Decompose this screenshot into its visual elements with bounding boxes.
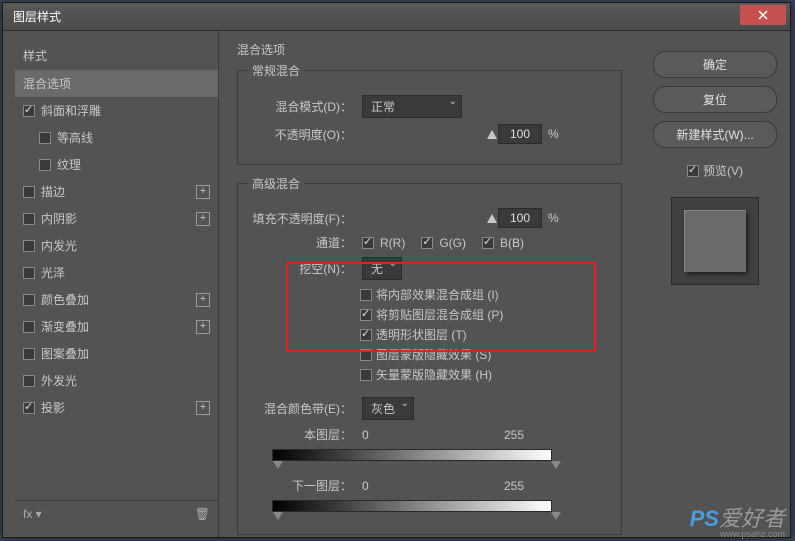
close-button[interactable] bbox=[740, 5, 786, 25]
sidebar-item-outer-glow[interactable]: 外发光 bbox=[15, 367, 218, 394]
fx-menu-icon[interactable]: fx ▾ bbox=[23, 507, 42, 521]
preview-label: 预览(V) bbox=[703, 162, 743, 179]
add-stroke-button[interactable]: + bbox=[196, 185, 210, 199]
channel-r-checkbox[interactable] bbox=[362, 237, 374, 249]
blend-if-label: 混合颜色带(E)： bbox=[252, 400, 352, 417]
add-inner-shadow-button[interactable]: + bbox=[196, 212, 210, 226]
bevel-checkbox[interactable] bbox=[23, 105, 35, 117]
new-style-button[interactable]: 新建样式(W)... bbox=[653, 121, 777, 148]
sidebar-item-pattern-overlay[interactable]: 图案叠加 bbox=[15, 340, 218, 367]
sidebar-header: 样式 bbox=[15, 41, 218, 70]
advanced-blend-group: 高级混合 填充不透明度(F)： 100 % 通道： R(R) G(G) B(B)… bbox=[237, 175, 622, 535]
sidebar-item-satin[interactable]: 光泽 bbox=[15, 259, 218, 286]
contour-checkbox[interactable] bbox=[39, 132, 51, 144]
cancel-button[interactable]: 复位 bbox=[653, 86, 777, 113]
dialog-content: 样式 混合选项 斜面和浮雕 等高线 纹理 描边 + bbox=[3, 31, 790, 537]
sidebar-footer: fx ▾ 🗑 bbox=[15, 500, 218, 527]
sidebar-item-gradient-overlay[interactable]: 渐变叠加 + bbox=[15, 313, 218, 340]
blend-clipped-checkbox[interactable] bbox=[360, 309, 372, 321]
trash-icon[interactable]: 🗑 bbox=[195, 507, 210, 521]
this-layer-label: 本图层： bbox=[252, 426, 352, 443]
sidebar-item-bevel[interactable]: 斜面和浮雕 bbox=[15, 97, 218, 124]
blend-mode-label: 混合模式(D)： bbox=[252, 98, 352, 115]
inner-glow-checkbox[interactable] bbox=[23, 240, 35, 252]
sidebar-item-drop-shadow[interactable]: 投影 + bbox=[15, 394, 218, 421]
ok-button[interactable]: 确定 bbox=[653, 51, 777, 78]
vector-mask-hides-checkbox[interactable] bbox=[360, 369, 372, 381]
satin-checkbox[interactable] bbox=[23, 267, 35, 279]
outer-glow-checkbox[interactable] bbox=[23, 375, 35, 387]
knockout-dropdown[interactable]: 无 bbox=[362, 257, 402, 280]
main-panel: 混合选项 常规混合 混合模式(D)： 正常 不透明度(O)： 100 % 高级混… bbox=[219, 31, 640, 537]
normal-blend-group: 常规混合 混合模式(D)： 正常 不透明度(O)： 100 % bbox=[237, 62, 622, 165]
transparency-shapes-checkbox[interactable] bbox=[360, 329, 372, 341]
preview-box bbox=[671, 197, 759, 285]
blend-interior-checkbox[interactable] bbox=[360, 289, 372, 301]
fill-opacity-input[interactable]: 100 bbox=[498, 208, 542, 228]
titlebar[interactable]: 图层样式 bbox=[3, 3, 790, 31]
opacity-input[interactable]: 100 bbox=[498, 124, 542, 144]
sidebar-item-color-overlay[interactable]: 颜色叠加 + bbox=[15, 286, 218, 313]
fill-opacity-slider[interactable] bbox=[362, 210, 492, 226]
styles-sidebar: 样式 混合选项 斜面和浮雕 等高线 纹理 描边 + bbox=[3, 31, 219, 537]
channels-label: 通道： bbox=[252, 234, 352, 251]
channel-g-checkbox[interactable] bbox=[421, 237, 433, 249]
add-drop-shadow-button[interactable]: + bbox=[196, 401, 210, 415]
color-overlay-checkbox[interactable] bbox=[23, 294, 35, 306]
fill-opacity-label: 填充不透明度(F)： bbox=[252, 210, 352, 227]
channel-b-checkbox[interactable] bbox=[482, 237, 494, 249]
sidebar-item-stroke[interactable]: 描边 + bbox=[15, 178, 218, 205]
preview-checkbox[interactable] bbox=[687, 165, 699, 177]
preview-swatch bbox=[684, 210, 746, 272]
opacity-slider[interactable] bbox=[362, 126, 492, 142]
this-layer-gradient[interactable] bbox=[272, 449, 552, 461]
texture-checkbox[interactable] bbox=[39, 159, 51, 171]
layer-style-dialog: 图层样式 样式 混合选项 斜面和浮雕 等高线 纹理 bbox=[2, 2, 791, 538]
add-gradient-overlay-button[interactable]: + bbox=[196, 320, 210, 334]
opacity-label: 不透明度(O)： bbox=[252, 126, 352, 143]
blend-mode-dropdown[interactable]: 正常 bbox=[362, 95, 462, 118]
drop-shadow-checkbox[interactable] bbox=[23, 402, 35, 414]
layer-mask-hides-checkbox[interactable] bbox=[360, 349, 372, 361]
inner-shadow-checkbox[interactable] bbox=[23, 213, 35, 225]
main-title: 混合选项 bbox=[237, 41, 622, 58]
right-panel: 确定 复位 新建样式(W)... 预览(V) bbox=[640, 31, 790, 537]
knockout-label: 挖空(N)： bbox=[252, 260, 352, 277]
sidebar-item-texture[interactable]: 纹理 bbox=[15, 151, 218, 178]
pattern-overlay-checkbox[interactable] bbox=[23, 348, 35, 360]
add-color-overlay-button[interactable]: + bbox=[196, 293, 210, 307]
sidebar-item-inner-shadow[interactable]: 内阴影 + bbox=[15, 205, 218, 232]
blend-if-dropdown[interactable]: 灰色 bbox=[362, 397, 414, 420]
stroke-checkbox[interactable] bbox=[23, 186, 35, 198]
sidebar-item-contour[interactable]: 等高线 bbox=[15, 124, 218, 151]
gradient-overlay-checkbox[interactable] bbox=[23, 321, 35, 333]
underlying-layer-gradient[interactable] bbox=[272, 500, 552, 512]
sidebar-item-inner-glow[interactable]: 内发光 bbox=[15, 232, 218, 259]
underlying-layer-label: 下一图层： bbox=[252, 477, 352, 494]
sidebar-blending-options[interactable]: 混合选项 bbox=[15, 70, 218, 97]
window-title: 图层样式 bbox=[13, 8, 740, 25]
close-icon bbox=[758, 10, 768, 20]
